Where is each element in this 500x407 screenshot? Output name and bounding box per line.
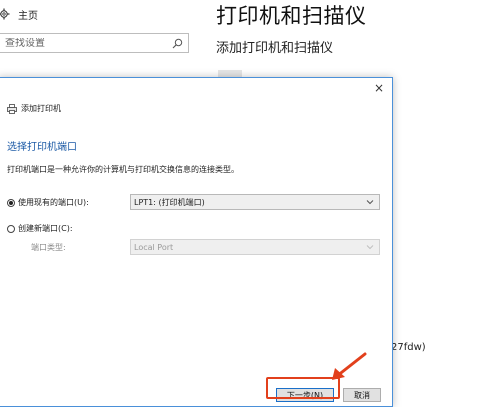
dialog-title: 添加打印机 bbox=[21, 104, 61, 113]
search-input[interactable] bbox=[5, 37, 155, 49]
create-new-port-label: 创建新端口(C): bbox=[18, 224, 73, 233]
existing-port-select[interactable]: LPT1: (打印机端口) bbox=[130, 194, 380, 210]
gear-icon bbox=[0, 8, 10, 20]
home-nav-item[interactable]: 主页 bbox=[0, 6, 38, 22]
port-type-label: 端口类型: bbox=[31, 243, 66, 252]
port-type-value: Local Port bbox=[134, 242, 174, 252]
chevron-down-icon bbox=[366, 245, 374, 250]
existing-port-value: LPT1: (打印机端口) bbox=[134, 197, 205, 207]
home-label: 主页 bbox=[18, 10, 38, 22]
dialog-description: 打印机端口是一种允许你的计算机与打印机交换信息的连接类型。 bbox=[7, 165, 239, 174]
add-printer-heading: 添加打印机和扫描仪 bbox=[216, 41, 334, 56]
radio-selected-icon[interactable] bbox=[7, 198, 15, 207]
radio-unselected-icon[interactable] bbox=[7, 224, 15, 233]
page-title: 打印机和扫描仪 bbox=[216, 4, 367, 28]
use-existing-port-radio[interactable]: 使用现有的端口(U): bbox=[7, 197, 89, 208]
settings-search[interactable] bbox=[0, 33, 189, 53]
cancel-button[interactable]: 取消 bbox=[343, 388, 381, 402]
dialog-heading: 选择打印机端口 bbox=[7, 142, 77, 153]
search-icon[interactable] bbox=[172, 38, 183, 49]
close-icon[interactable]: × bbox=[372, 81, 386, 95]
port-type-select[interactable]: Local Port bbox=[130, 239, 380, 255]
create-new-port-radio[interactable]: 创建新端口(C): bbox=[7, 223, 73, 234]
printer-icon bbox=[7, 103, 17, 114]
printer-name-fragment: 27fdw) bbox=[391, 342, 426, 353]
dialog-title-bar: 添加打印机 bbox=[7, 103, 61, 114]
chevron-down-icon bbox=[366, 200, 374, 205]
annotation-arrow-icon bbox=[332, 352, 367, 380]
use-existing-port-label: 使用现有的端口(U): bbox=[18, 198, 89, 207]
